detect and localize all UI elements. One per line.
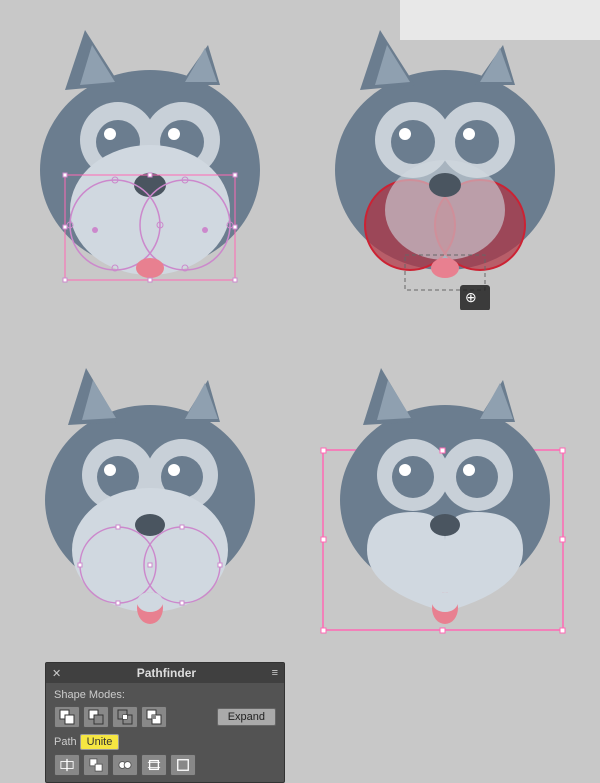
path-row: Path Unite (54, 734, 276, 750)
quadrant-4 (305, 350, 595, 660)
panel-header[interactable]: ✕ Pathfinder ≡ (46, 663, 284, 683)
unite-tooltip[interactable]: Unite (80, 734, 120, 750)
intersect-btn[interactable] (112, 706, 138, 728)
svg-text:⊕: ⊕ (465, 289, 477, 305)
minus-front-btn[interactable] (83, 706, 109, 728)
panel-drag-handle: ✕ (52, 667, 61, 680)
quadrant-2: ⊕ (305, 10, 595, 320)
panel-body: Shape Modes: Expand (46, 683, 284, 782)
unite-mode-btn[interactable] (54, 706, 80, 728)
shape-modes-label: Shape Modes: (54, 689, 276, 701)
shape-modes-row: Expand (54, 706, 276, 728)
expand-button[interactable]: Expand (217, 708, 276, 726)
fox-svg-3 (10, 350, 290, 650)
quadrant-3 (10, 350, 300, 660)
fox-svg-1 (10, 10, 290, 310)
pathfinder-buttons-row (54, 754, 276, 776)
fox-svg-4 (305, 350, 585, 650)
pathfinder-panel: ✕ Pathfinder ≡ Shape Modes: (45, 662, 285, 783)
outline-btn[interactable] (170, 754, 196, 776)
fox-svg-2: ⊕ (305, 10, 585, 310)
trim-btn[interactable] (83, 754, 109, 776)
merge-btn[interactable] (112, 754, 138, 776)
exclude-btn[interactable] (141, 706, 167, 728)
divide-btn[interactable] (54, 754, 80, 776)
panel-menu-icon[interactable]: ≡ (272, 667, 278, 679)
panel-title: Pathfinder (137, 666, 196, 680)
crop-btn[interactable] (141, 754, 167, 776)
canvas: ⊕ (0, 0, 600, 783)
quadrant-1 (10, 10, 300, 320)
path-label: Path (54, 736, 77, 748)
